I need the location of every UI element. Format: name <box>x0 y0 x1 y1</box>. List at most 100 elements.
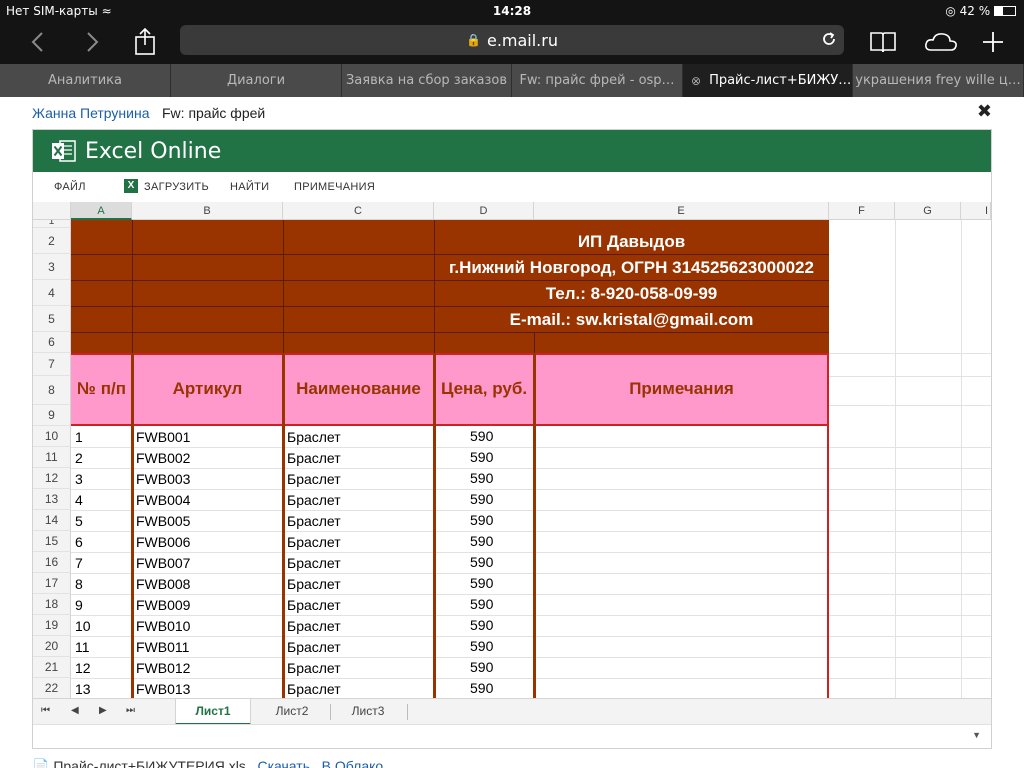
cell-price[interactable]: 590 <box>470 554 493 570</box>
row-header[interactable]: 8 <box>33 376 71 405</box>
status-dropdown[interactable]: ▼ <box>972 730 981 740</box>
cell-num[interactable]: 6 <box>75 534 83 550</box>
row-header[interactable]: 7 <box>33 353 71 376</box>
sheet-tab-1[interactable]: Лист1 <box>175 699 251 725</box>
cell-article[interactable]: FWB009 <box>136 597 190 613</box>
cell-num[interactable]: 13 <box>75 681 91 697</box>
row-header[interactable]: 6 <box>33 332 71 353</box>
row-header[interactable]: 14 <box>33 510 71 531</box>
tab-frey-wille[interactable]: украшения frey wille ц… <box>853 64 1024 97</box>
cell-num[interactable]: 4 <box>75 492 83 508</box>
cell-price[interactable]: 590 <box>470 533 493 549</box>
column-header-d[interactable]: D <box>434 202 534 220</box>
cell-name[interactable]: Браслет <box>287 597 341 613</box>
cell-article[interactable]: FWB007 <box>136 555 190 571</box>
cell-article[interactable]: FWB001 <box>136 429 190 445</box>
column-header-c[interactable]: C <box>283 202 434 220</box>
cell-article[interactable]: FWB012 <box>136 660 190 676</box>
row-header[interactable]: 9 <box>33 405 71 426</box>
column-header-e[interactable]: E <box>534 202 829 220</box>
cell-price[interactable]: 590 <box>470 575 493 591</box>
row-header[interactable]: 1 <box>33 220 71 228</box>
new-tab-button[interactable] <box>980 26 1006 58</box>
row-header[interactable]: 13 <box>33 489 71 510</box>
cell-article[interactable]: FWB005 <box>136 513 190 529</box>
cell-num[interactable]: 8 <box>75 576 83 592</box>
cell-article[interactable]: FWB004 <box>136 492 190 508</box>
row-header[interactable]: 17 <box>33 573 71 594</box>
address-bar[interactable]: 🔒 e.mail.ru <box>180 25 844 55</box>
tab-fw-price[interactable]: Fw: прайс фрей - osp… <box>512 64 683 97</box>
cell-price[interactable]: 590 <box>470 512 493 528</box>
cell-price[interactable]: 590 <box>470 659 493 675</box>
cell-name[interactable]: Браслет <box>287 492 341 508</box>
tab-analytics[interactable]: Аналитика <box>0 64 171 97</box>
row-header[interactable]: 15 <box>33 531 71 552</box>
cell-num[interactable]: 11 <box>75 639 90 655</box>
cell-name[interactable]: Браслет <box>287 513 341 529</box>
cell-article[interactable]: FWB002 <box>136 450 190 466</box>
cell-name[interactable]: Браслет <box>287 576 341 592</box>
tab-dialogs[interactable]: Диалоги <box>171 64 342 97</box>
cell-name[interactable]: Браслет <box>287 639 341 655</box>
sheet-tab-3[interactable]: Лист3 <box>331 699 405 725</box>
select-all-corner[interactable] <box>33 202 71 220</box>
sheet-tab-2[interactable]: Лист2 <box>255 699 329 725</box>
row-header[interactable]: 20 <box>33 636 71 657</box>
column-header-i[interactable]: I <box>961 202 991 220</box>
cell-num[interactable]: 1 <box>75 429 83 445</box>
cell-name[interactable]: Браслет <box>287 660 341 676</box>
prev-sheet-button[interactable]: ◀ <box>71 705 79 716</box>
cell-num[interactable]: 7 <box>75 555 83 571</box>
cell-num[interactable]: 3 <box>75 471 83 487</box>
save-to-cloud-link[interactable]: В Облако <box>322 758 384 768</box>
cell-article[interactable]: FWB008 <box>136 576 190 592</box>
next-sheet-button[interactable]: ▶ <box>99 705 107 716</box>
cell-name[interactable]: Браслет <box>287 555 341 571</box>
reload-button[interactable] <box>820 30 838 52</box>
column-header-g[interactable]: G <box>895 202 961 220</box>
cell-article[interactable]: FWB006 <box>136 534 190 550</box>
cell-num[interactable]: 12 <box>75 660 91 676</box>
row-header[interactable]: 4 <box>33 280 71 306</box>
cell-name[interactable]: Браслет <box>287 429 341 445</box>
cell-price[interactable]: 590 <box>470 617 493 633</box>
cell-num[interactable]: 2 <box>75 450 83 466</box>
cell-price[interactable]: 590 <box>470 470 493 486</box>
menu-comments[interactable]: ПРИМЕЧАНИЯ <box>294 181 375 193</box>
sender-link[interactable]: Жанна Петрунина <box>32 105 150 121</box>
row-header[interactable]: 3 <box>33 254 71 280</box>
download-link[interactable]: Скачать <box>257 758 310 768</box>
cell-name[interactable]: Браслет <box>287 450 341 466</box>
cell-price[interactable]: 590 <box>470 449 493 465</box>
cell-price[interactable]: 590 <box>470 428 493 444</box>
row-header[interactable]: 18 <box>33 594 71 615</box>
row-header[interactable]: 12 <box>33 468 71 489</box>
cell-article[interactable]: FWB010 <box>136 618 190 634</box>
last-sheet-button[interactable]: ⏭ <box>126 705 135 716</box>
cell-price[interactable]: 590 <box>470 491 493 507</box>
close-viewer-button[interactable]: ✖ <box>977 101 992 122</box>
forward-button[interactable] <box>82 26 104 58</box>
tab-order-request[interactable]: Заявка на сбор заказов <box>342 64 512 97</box>
close-tab-icon[interactable]: ⊗ <box>691 74 701 88</box>
menu-file[interactable]: ФАЙЛ <box>54 181 86 193</box>
cell-price[interactable]: 590 <box>470 638 493 654</box>
row-header[interactable]: 5 <box>33 306 71 332</box>
cell-article[interactable]: FWB013 <box>136 681 190 697</box>
share-button[interactable] <box>132 26 158 58</box>
cell-name[interactable]: Браслет <box>287 618 341 634</box>
cell-num[interactable]: 9 <box>75 597 83 613</box>
row-header[interactable]: 16 <box>33 552 71 573</box>
cell-name[interactable]: Браслет <box>287 681 341 697</box>
column-header-b[interactable]: B <box>132 202 283 220</box>
cell-price[interactable]: 590 <box>470 680 493 696</box>
tab-price-list[interactable]: ⊗ Прайс-лист+БИЖУ… <box>683 64 853 97</box>
row-header[interactable]: 11 <box>33 447 71 468</box>
cell-article[interactable]: FWB011 <box>136 639 189 655</box>
icloud-tabs-button[interactable] <box>922 26 960 58</box>
bookmarks-button[interactable] <box>868 26 898 58</box>
row-header[interactable]: 19 <box>33 615 71 636</box>
row-header[interactable]: 21 <box>33 657 71 678</box>
spreadsheet-grid[interactable]: A B C D E F G I 1 2 3 4 5 6 7 8 9 10 11 … <box>33 202 991 698</box>
